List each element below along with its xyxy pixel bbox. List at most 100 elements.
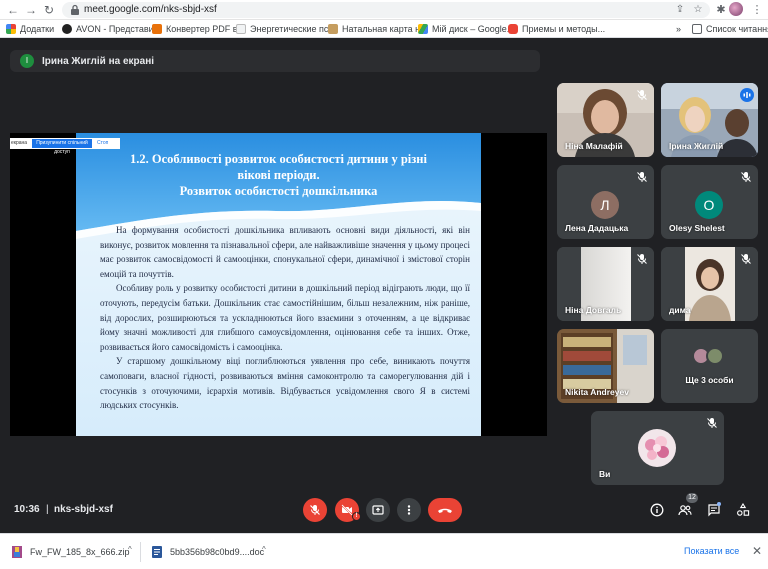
youtube-icon bbox=[508, 24, 518, 34]
extensions-icon[interactable]: ✱ bbox=[714, 3, 728, 17]
activities-icon[interactable] bbox=[736, 503, 750, 517]
participant-name: Olesy Shelest bbox=[669, 223, 725, 233]
participant-tile[interactable]: Ніна Довгаль bbox=[557, 247, 654, 321]
bookmark-drive[interactable]: Мій диск – Google... bbox=[418, 23, 514, 35]
participant-avatar: O bbox=[695, 191, 723, 219]
self-avatar bbox=[638, 429, 676, 467]
self-tile[interactable]: Ви bbox=[591, 411, 724, 485]
phone-hangup-icon bbox=[438, 508, 452, 513]
mic-toggle-button[interactable] bbox=[303, 498, 327, 522]
participant-tile[interactable]: O Olesy Shelest bbox=[661, 165, 758, 239]
people-icon[interactable] bbox=[678, 503, 692, 517]
profile-avatar[interactable] bbox=[729, 2, 743, 16]
mic-off-icon bbox=[637, 172, 647, 182]
mic-off-icon bbox=[741, 172, 751, 182]
chevron-up-icon[interactable]: ^ bbox=[128, 545, 132, 554]
bookmark-label: Додатки bbox=[20, 24, 55, 34]
reading-list-button[interactable]: Список читання bbox=[692, 23, 768, 35]
more-bookmarks-button[interactable]: » bbox=[676, 23, 681, 35]
pause-share-button[interactable]: Призупинити спільний доступ bbox=[32, 139, 92, 155]
presenter-banner: І Ірина Жиглій на екрані bbox=[10, 50, 540, 72]
chevron-double-right-icon: » bbox=[676, 24, 682, 34]
download-filename: 5bb356b98c0bd9....doc bbox=[170, 547, 265, 557]
address-row: ← → ↻ meet.google.com/nks-sbjd-xsf ⇪ ☆ ✱… bbox=[0, 0, 768, 20]
bookmarks-bar: Додатки AVON - Представи... Конвертер PD… bbox=[0, 20, 768, 38]
participant-name: Ніна Довгаль bbox=[565, 305, 622, 315]
star-icon[interactable]: ☆ bbox=[692, 4, 704, 16]
participant-avatar: Л bbox=[591, 191, 619, 219]
slide-paragraph: У старшому дошкільному віці поглиблюютьс… bbox=[100, 356, 470, 411]
bookmark-natal[interactable]: Натальная карта н... bbox=[328, 23, 428, 35]
bookmark-apps[interactable]: Додатки bbox=[6, 23, 54, 35]
share-icon[interactable]: ⇪ bbox=[674, 4, 686, 16]
info-icon[interactable] bbox=[650, 503, 664, 517]
separator: | bbox=[46, 504, 49, 515]
bookmark-energy[interactable]: Энергетические пс... bbox=[236, 23, 336, 35]
bookmark-methods[interactable]: Приемы и методы... bbox=[508, 23, 605, 35]
camera-warning-badge: ! bbox=[352, 512, 361, 521]
participant-name: Ірина Жиглій bbox=[669, 141, 724, 151]
people-count-badge: 12 bbox=[686, 493, 698, 503]
participant-tile[interactable]: Л Лена Дадацька bbox=[557, 165, 654, 239]
speaking-indicator-icon bbox=[740, 88, 754, 102]
participant-tile[interactable]: Nikita Andreyev bbox=[557, 329, 654, 403]
back-icon[interactable]: ← bbox=[6, 3, 20, 17]
meeting-clock: 10:36 bbox=[14, 504, 40, 515]
presentation-slide: 1.2. Особливості розвиток особистості ди… bbox=[76, 133, 481, 436]
menu-icon[interactable]: ⋮ bbox=[750, 3, 764, 17]
bookmark-label: Конвертер PDF в... bbox=[166, 24, 246, 34]
share-toolbar: екрана Призупинити спільний доступ Стоп bbox=[10, 138, 120, 155]
present-screen-icon bbox=[372, 505, 384, 515]
leave-call-button[interactable] bbox=[428, 498, 462, 522]
slide-title-line: 1.2. Особливості розвиток особистості ди… bbox=[130, 152, 427, 166]
shelf-divider bbox=[140, 542, 141, 562]
presenter-avatar: І bbox=[20, 54, 34, 68]
participant-name: Nikita Andreyev bbox=[565, 387, 629, 397]
chevron-up-icon[interactable]: ^ bbox=[262, 545, 266, 554]
participant-avatar bbox=[706, 347, 724, 365]
reading-list-icon bbox=[692, 24, 702, 34]
bookmark-label: Приемы и методы... bbox=[522, 24, 606, 34]
mic-off-icon bbox=[637, 90, 647, 100]
page-icon bbox=[328, 24, 338, 34]
participant-name: Ви bbox=[599, 469, 611, 479]
presenter-text: Ірина Жиглій на екрані bbox=[42, 55, 155, 67]
apps-grid-icon bbox=[6, 24, 16, 34]
forward-icon[interactable]: → bbox=[24, 3, 38, 17]
drive-icon bbox=[418, 24, 428, 34]
slide-title: 1.2. Особливості розвиток особистості ди… bbox=[86, 151, 471, 199]
participant-name: Лена Дадацька bbox=[565, 223, 629, 233]
participant-tile[interactable]: дима bbox=[661, 247, 758, 321]
download-filename: Fw_FW_185_8x_666.zip bbox=[30, 547, 130, 557]
screen-share-stage[interactable]: 1.2. Особливості розвиток особистості ди… bbox=[10, 133, 547, 436]
globe-icon bbox=[62, 24, 72, 34]
slide-title-line: Розвиток особистості дошкільника bbox=[179, 184, 378, 198]
bookmark-avon[interactable]: AVON - Представи... bbox=[62, 23, 161, 35]
mic-off-icon bbox=[741, 254, 751, 264]
slide-paragraph: На формування особистості дошкільника вп… bbox=[100, 225, 470, 279]
mic-off-icon bbox=[637, 254, 647, 264]
show-all-downloads-button[interactable]: Показати все bbox=[684, 546, 739, 556]
participant-tile[interactable]: Ніна Малафій bbox=[557, 83, 654, 157]
stop-share-button[interactable]: Стоп bbox=[97, 140, 108, 146]
present-screen-button[interactable] bbox=[366, 498, 390, 522]
close-icon[interactable]: ✕ bbox=[752, 544, 762, 558]
participant-name: дима bbox=[669, 305, 691, 315]
address-bar[interactable]: meet.google.com/nks-sbjd-xsf ⇪ ☆ bbox=[62, 2, 710, 18]
bookmark-pdf[interactable]: Конвертер PDF в... bbox=[152, 23, 245, 35]
participant-name: Ніна Малафій bbox=[565, 141, 623, 151]
more-participants-tile[interactable]: Ще 3 особи bbox=[661, 329, 758, 403]
download-item[interactable]: Fw_FW_185_8x_666.zip bbox=[12, 544, 130, 560]
participant-tile-active[interactable]: Ірина Жиглій bbox=[661, 83, 758, 157]
mic-off-icon bbox=[310, 505, 320, 515]
download-shelf: Fw_FW_185_8x_666.zip ^ 5bb356b98c0bd9...… bbox=[0, 533, 768, 569]
more-options-button[interactable] bbox=[397, 498, 421, 522]
browser-chrome: ← → ↻ meet.google.com/nks-sbjd-xsf ⇪ ☆ ✱… bbox=[0, 0, 768, 38]
bookmark-label: Мій диск – Google... bbox=[432, 24, 515, 34]
bookmark-label: AVON - Представи... bbox=[76, 24, 162, 34]
camera-off-icon bbox=[341, 504, 353, 516]
doc-file-icon bbox=[152, 546, 162, 558]
download-item[interactable]: 5bb356b98c0bd9....doc bbox=[152, 544, 264, 560]
url-text: meet.google.com/nks-sbjd-xsf bbox=[84, 4, 217, 15]
reload-icon[interactable]: ↻ bbox=[42, 3, 56, 17]
